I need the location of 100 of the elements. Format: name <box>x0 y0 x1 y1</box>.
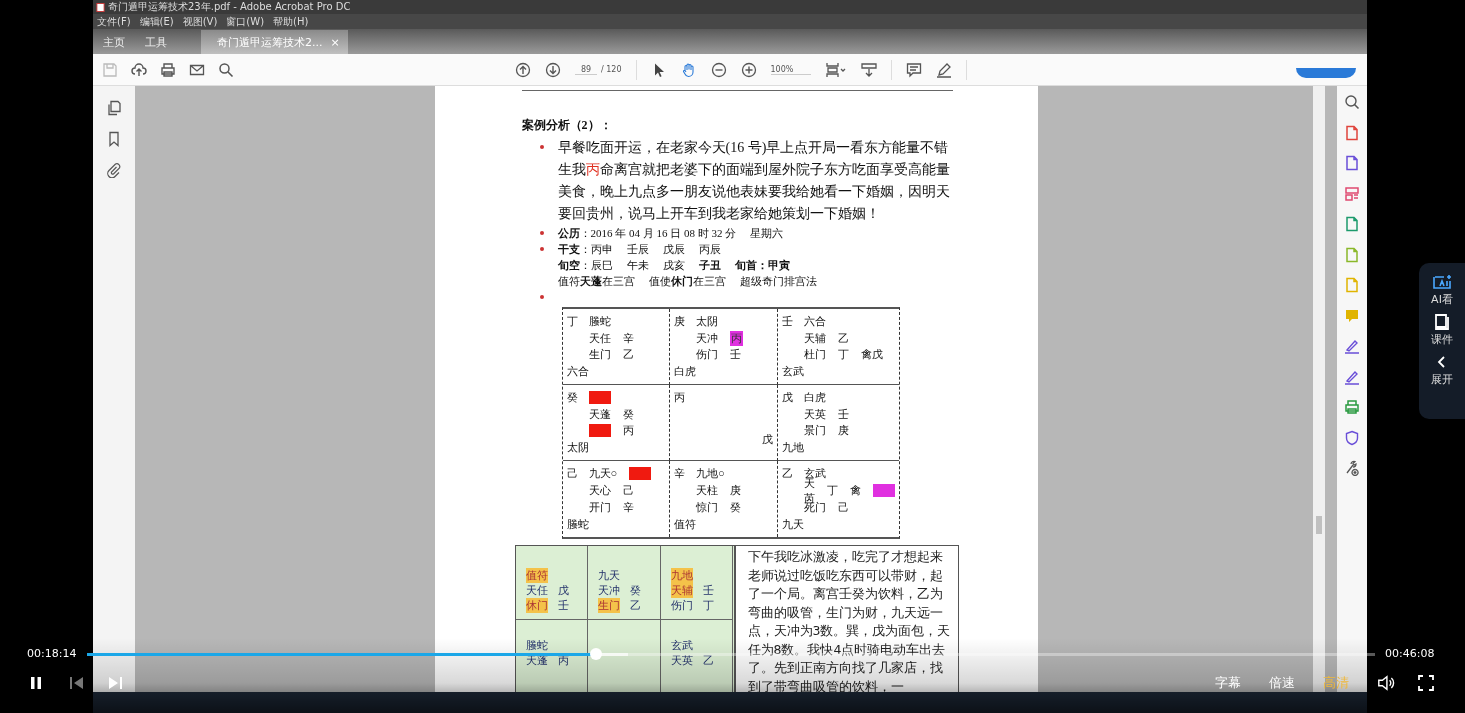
zoom-dropdown[interactable]: 100% <box>770 64 811 75</box>
fit-page-icon[interactable] <box>824 61 847 78</box>
printer-icon[interactable] <box>1344 399 1360 415</box>
fact-text: 公历：2016 年 04 月 16 日 08 时 32 分 <box>557 226 737 241</box>
highlighted-text: 丙 <box>730 330 743 346</box>
chart-text: 伤门 <box>670 598 693 613</box>
signature-icon[interactable] <box>1344 368 1360 385</box>
menu-item[interactable]: 视图(V) <box>182 14 218 29</box>
grid-text: 天心 <box>588 483 611 498</box>
side-panel-item[interactable]: 课件 <box>1431 313 1453 347</box>
grid-text: 九地○ <box>696 466 725 481</box>
chart-text: 九地 <box>670 568 693 583</box>
page-count: / 120 <box>601 65 622 74</box>
zoom-in-icon[interactable] <box>740 61 757 78</box>
pill-button[interactable] <box>1296 68 1356 78</box>
grid-text: 死门 <box>803 501 826 515</box>
scrollbar[interactable] <box>1313 86 1325 692</box>
menu-item[interactable]: 文件(F) <box>97 14 131 29</box>
shield-icon[interactable] <box>1344 429 1360 446</box>
tab[interactable]: 主页 <box>93 30 135 54</box>
chart-text: 玄武 <box>670 638 693 653</box>
grid-text: 玄武 <box>781 363 804 379</box>
scroll-mode-icon[interactable] <box>860 61 877 78</box>
duration: 00:46:08 <box>1385 647 1435 661</box>
pen-icon[interactable] <box>935 61 952 78</box>
layout-icon[interactable] <box>1344 185 1360 202</box>
grid-text: 太阴 <box>696 314 718 329</box>
grid-text: 螣蛇 <box>588 314 611 329</box>
chart-text: 癸 <box>630 583 642 598</box>
fullscreen-icon[interactable] <box>1417 674 1435 692</box>
grid-text: 螣蛇 <box>566 517 589 532</box>
fact-text: 值使休门在三宫 <box>648 274 726 289</box>
grid-text: 丁 <box>837 347 849 363</box>
previous-page-icon[interactable] <box>515 61 531 78</box>
tab[interactable]: 工具 <box>135 30 177 54</box>
paperclip-icon[interactable] <box>106 162 122 178</box>
grid-text: 乙 <box>781 466 792 481</box>
document-icon[interactable] <box>1344 124 1360 141</box>
fact-text: 戊辰 <box>662 242 685 257</box>
grid-text: 九天 <box>781 517 804 532</box>
chart-text: 丙 <box>557 653 569 668</box>
chart-text: 乙 <box>630 598 642 613</box>
bookmark-icon[interactable] <box>106 131 122 147</box>
grid-text: 伤门 <box>696 347 718 363</box>
grid-text: 辛 <box>622 330 634 346</box>
document-icon[interactable] <box>1344 216 1360 232</box>
side-panel-item[interactable]: AI看 <box>1431 273 1453 307</box>
wrench-icon[interactable] <box>1344 460 1360 476</box>
grid-text: 辛 <box>674 466 684 481</box>
fact-text: 星期六 <box>750 226 784 241</box>
grid-text: 己 <box>837 500 849 515</box>
grid-text: 惊门 <box>696 500 718 515</box>
chart-text: 戊 <box>557 583 569 598</box>
story-paragraph: 早餐吃面开运，在老家今天(16 号)早上点开局一看东方能量不错生我丙命离宫就把老婆下的面端到屋外院子东方吃面享受高能量美食，晚上九点多一朋友说他表妹要我给她看一下婚姻，因明天要回贵州，说马上开车到我老家给她策划一下婚姻！ <box>557 139 951 223</box>
grid-text: 六合 <box>803 314 826 329</box>
skip-back-icon[interactable] <box>67 674 85 692</box>
grid-text: 玄武 <box>803 466 826 479</box>
menu-item[interactable]: 编辑(E) <box>139 14 174 29</box>
pdf-file-icon <box>96 2 105 12</box>
fact-text: 超级奇门排宫法 <box>739 274 817 289</box>
scrollbar-thumb[interactable] <box>1316 516 1322 534</box>
pages-icon[interactable] <box>106 100 122 116</box>
side-panel-item[interactable]: 展开 <box>1431 353 1453 387</box>
grid-text: 白虎 <box>674 363 696 379</box>
chart-text: 休门 <box>525 598 548 613</box>
grid-text: 丙 <box>674 390 685 405</box>
grid-text: 丁 <box>826 483 838 498</box>
grid-text: 乙 <box>622 347 634 363</box>
fact-text: 子丑 <box>698 258 721 273</box>
menu-item[interactable]: 帮助(H) <box>273 14 309 29</box>
grid-text: 丙 <box>622 423 634 439</box>
page-number-field[interactable]: 89 <box>575 64 597 75</box>
cloud-upload-icon[interactable] <box>131 61 147 78</box>
zoom-icon[interactable] <box>1344 94 1360 110</box>
next-page-icon[interactable] <box>545 61 561 78</box>
chart-text: 天英 <box>670 653 693 668</box>
chart-text: 螣蛇 <box>525 638 548 653</box>
grid-text: 己 <box>566 466 577 481</box>
section-heading: 案例分析（2）： <box>521 117 613 133</box>
search-icon[interactable] <box>218 61 234 78</box>
grid-text: 天蓬 <box>588 406 611 422</box>
grid-text: 己 <box>622 483 634 498</box>
document-icon[interactable] <box>1344 155 1360 171</box>
note-paragraph: 下午我吃冰激凌，吃完了才想起来老师说过吃饭吃东西可以带财，起了一个局。离宫壬癸为饮料，乙为弯曲的吸管，生门为财，九天远一点，天冲为3数。巽，戊为面包，天任为8数。我快4点时骑电动车出去了。先到正南方向找了几家店，找到了带弯曲吸管的饮料，一 <box>747 548 952 692</box>
grid-text: 生门 <box>588 347 611 363</box>
volume-icon[interactable] <box>1377 674 1395 692</box>
pen-icon[interactable] <box>1344 338 1360 354</box>
grid-text: 癸 <box>730 500 741 515</box>
fact-text: 旬空：辰巳 <box>557 258 613 273</box>
grid-text: 庚 <box>837 423 849 439</box>
menu-item[interactable]: 窗口(W) <box>226 14 265 29</box>
grid-text: 九天○ <box>588 466 618 481</box>
hand-icon[interactable] <box>680 61 697 78</box>
grid-text: 天柱 <box>696 483 718 498</box>
grid-text: 乙 <box>837 330 849 346</box>
grid-text: 戊 <box>761 432 773 447</box>
zoom-out-icon[interactable] <box>710 61 727 78</box>
comment-icon[interactable] <box>905 61 922 78</box>
grid-text: 杜门 <box>803 347 826 363</box>
print-icon[interactable] <box>160 61 176 78</box>
